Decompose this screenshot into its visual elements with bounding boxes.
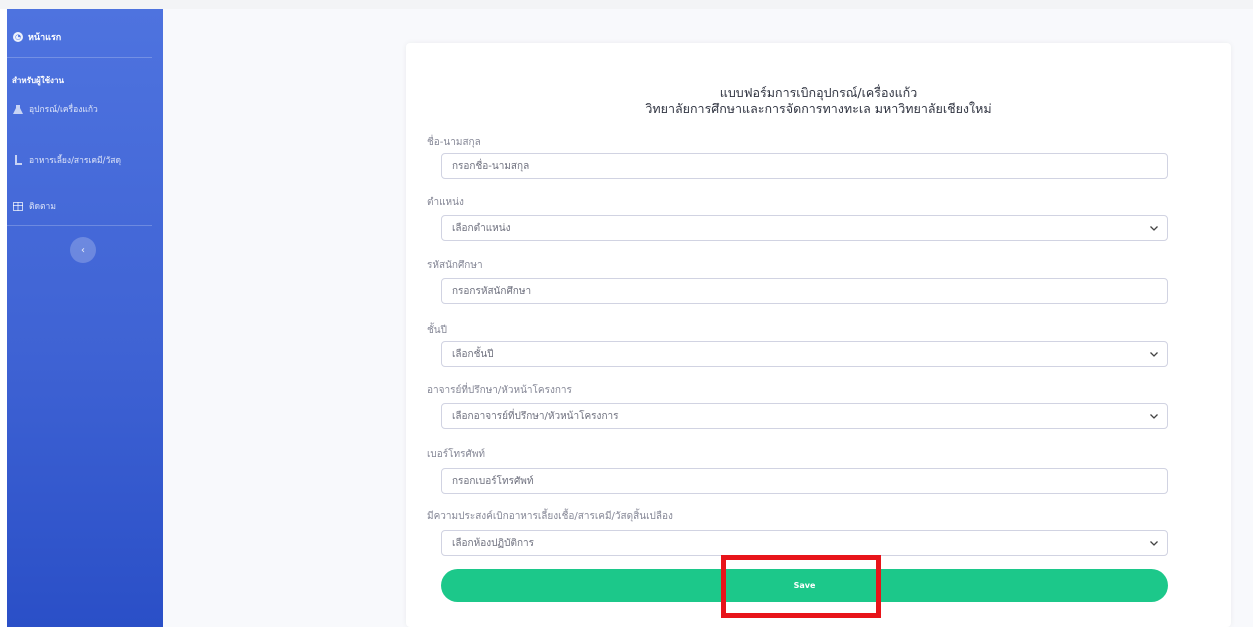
sidebar-section-heading: สำหรับผู้ใช้งาน [12,76,64,85]
position-label: ตำแหน่ง [427,197,464,208]
phone-placeholder: กรอกเบอร์โทรศัพท์ [452,475,534,487]
fullname-placeholder: กรอกชื่อ-นามสกุล [452,160,530,172]
chevron-down-icon [1149,223,1159,233]
student-id-input[interactable]: กรอกรหัสนักศึกษา [441,278,1168,304]
chevron-down-icon [1149,349,1159,359]
lab-select[interactable]: เลือกห้องปฏิบัติการ [441,530,1168,556]
chevron-down-icon [1149,411,1159,421]
sidebar-home-label: หน้าแรก [28,33,62,43]
requisition-form-card: แบบฟอร์มการเบิกอุปกรณ์/เครื่องแก้ว วิทยา… [406,43,1231,627]
form-subtitle: วิทยาลัยการศึกษาและการจัดการทางทะเล มหาว… [645,101,992,116]
sidebar-item-label: อุปกรณ์/เครื่องแก้ว [29,105,98,115]
position-selected-value: เลือกตำแหน่ง [452,222,511,234]
sidebar-item-label: ติดตาม [29,202,56,212]
student-id-placeholder: กรอกรหัสนักศึกษา [452,285,532,297]
purpose-label: มีความประสงค์เบิกอาหารเลี้ยงเชื้อ/สารเคม… [427,511,673,522]
lab-selected-value: เลือกห้องปฏิบัติการ [452,537,535,549]
fullname-label: ชื่อ-นามสกุล [427,137,481,148]
sidebar-item-equipment[interactable]: อุปกรณ์/เครื่องแก้ว [13,102,98,116]
sidebar-item-home[interactable]: ◔ หน้าแรก [13,30,61,44]
highlight-box [721,555,881,618]
sidebar-divider [7,57,152,58]
sidebar-toggle-button[interactable]: ‹ [70,237,96,263]
advisor-select[interactable]: เลือกอาจารย์ที่ปรึกษา/หัวหน้าโครงการ [441,403,1168,429]
year-label: ชั้นปี [427,325,447,336]
student-id-label: รหัสนักศึกษา [427,260,483,271]
sidebar-divider [7,225,152,226]
sidebar-item-media-chemicals[interactable]: อาหารเลี้ยง/สารเคมี/วัสดุ [13,153,121,167]
beaker-icon [13,155,23,165]
advisor-label: อาจารย์ที่ปรึกษา/หัวหน้าโครงการ [427,385,572,396]
chevron-left-icon: ‹ [81,244,85,256]
year-selected-value: เลือกชั้นปี [452,348,494,360]
flask-icon [13,104,23,114]
fullname-input[interactable]: กรอกชื่อ-นามสกุล [441,153,1168,179]
position-select[interactable]: เลือกตำแหน่ง [441,215,1168,241]
sidebar-item-label: อาหารเลี้ยง/สารเคมี/วัสดุ [29,156,121,166]
advisor-selected-value: เลือกอาจารย์ที่ปรึกษา/หัวหน้าโครงการ [452,410,619,422]
chevron-down-icon [1149,538,1159,548]
phone-label: เบอร์โทรศัพท์ [427,449,486,460]
sidebar: ◔ หน้าแรก สำหรับผู้ใช้งาน อุปกรณ์/เครื่อ… [7,9,163,627]
top-bar [0,0,1253,9]
table-icon [13,201,23,211]
year-select[interactable]: เลือกชั้นปี [441,341,1168,367]
sidebar-item-tracking[interactable]: ติดตาม [13,199,56,213]
dashboard-icon: ◔ [13,32,23,42]
phone-input[interactable]: กรอกเบอร์โทรศัพท์ [441,468,1168,494]
